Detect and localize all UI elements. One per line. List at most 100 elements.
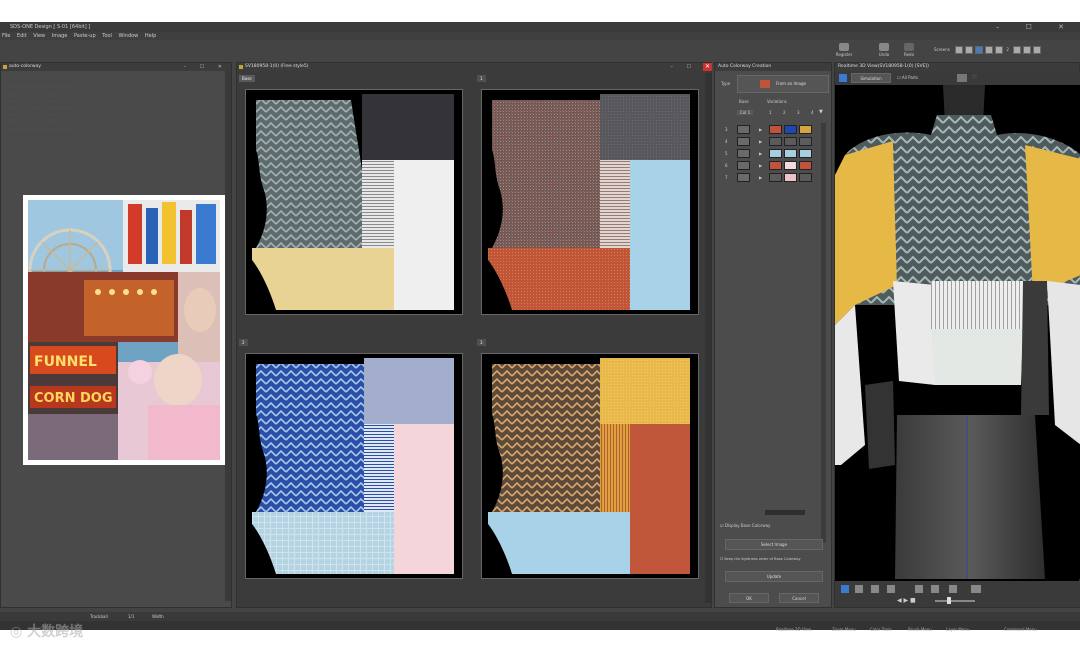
left-panel-scrollbar[interactable] [225, 71, 231, 601]
screen-layout-1-icon[interactable] [955, 46, 964, 54]
screen-layout-4-icon[interactable] [975, 46, 984, 54]
tab-variation-2[interactable]: 2 [239, 339, 248, 346]
variation-color-swatch[interactable] [769, 149, 782, 158]
bottom-tab-brush-menu[interactable]: Brush Menu [908, 625, 932, 634]
screen-count-value[interactable]: 2 [1006, 47, 1009, 52]
bottom-tab-layer-menu[interactable]: Layer Menu [946, 625, 969, 634]
tab-base[interactable]: Base [239, 75, 255, 82]
zoom-slider[interactable] [935, 600, 975, 602]
cloth-icon[interactable] [839, 74, 847, 82]
simulation-button[interactable]: Simulation [851, 73, 891, 83]
menu-tool[interactable]: Tool [102, 33, 112, 39]
menu-file[interactable]: File [2, 33, 10, 39]
register-button[interactable]: Register [832, 42, 856, 60]
variation-color-swatch[interactable] [769, 125, 782, 134]
display-base-checkbox[interactable]: ☑ Display Base Colorway [720, 523, 770, 528]
center-panel-scrollbar[interactable] [705, 73, 711, 603]
bottom-tab-color-tools[interactable]: Color Tools [870, 625, 892, 634]
split-icon[interactable] [931, 585, 939, 593]
play-arrow-icon[interactable]: ▶ [759, 163, 762, 168]
keep-lightness-checkbox[interactable]: ☐ Keep the lightness order of Base Color… [720, 557, 801, 561]
screen-layout-6-icon[interactable] [995, 46, 1004, 54]
rotate-icon[interactable] [871, 585, 879, 593]
variation-color-swatch[interactable] [769, 173, 782, 182]
colorway-scrollbar[interactable] [821, 123, 826, 543]
chevron-down-icon[interactable]: ▼ [819, 109, 823, 115]
menu-window[interactable]: Window [119, 33, 139, 39]
bottom-tab-command-menu[interactable]: Command Menu [1004, 625, 1037, 634]
pattern-base-quad[interactable] [245, 89, 463, 315]
tab-variation-1[interactable]: 1 [477, 75, 486, 82]
pattern-variation-2-quad[interactable] [245, 353, 463, 579]
base-color-swatch[interactable] [737, 125, 750, 134]
transform-icon[interactable] [971, 585, 981, 593]
zoom-slider-handle[interactable] [947, 597, 951, 604]
svg-text:FUNNEL: FUNNEL [34, 354, 97, 370]
variation-header-4[interactable]: 4 [811, 110, 814, 115]
pattern-base-svg [252, 94, 454, 310]
play-arrow-icon[interactable]: ▶ [759, 175, 762, 180]
variation-color-swatch[interactable] [799, 125, 812, 134]
variation-color-swatch[interactable] [799, 173, 812, 182]
menu-image[interactable]: Image [52, 33, 68, 39]
base-color-swatch[interactable] [737, 161, 750, 170]
play-arrow-icon[interactable]: ▶ [759, 127, 762, 132]
variation-header-2[interactable]: 2 [783, 110, 786, 115]
column-header-col1[interactable]: Col 1 [737, 110, 754, 115]
variation-color-swatch[interactable] [799, 137, 812, 146]
status-bar: Trackball 1/1 Width Zoom 3.000 Color Cur… [0, 612, 1080, 628]
variation-color-swatch[interactable] [784, 173, 797, 182]
cancel-button[interactable]: Cancel [779, 593, 819, 603]
bottom-tab-zoom-menu[interactable]: Zoom Menu [832, 625, 856, 634]
close-icon[interactable]: ✕ [703, 63, 712, 71]
menu-view[interactable]: View [33, 33, 45, 39]
tab-variation-3[interactable]: 3 [477, 339, 486, 346]
bottom-tab-realtime-3d[interactable]: Realtime 3D View [776, 625, 811, 634]
from-image-button[interactable]: From an Image [737, 75, 829, 93]
variation-color-swatch[interactable] [769, 137, 782, 146]
play-arrow-icon[interactable]: ▶ [759, 151, 762, 156]
variation-color-swatch[interactable] [799, 161, 812, 170]
variation-color-swatch[interactable] [784, 137, 797, 146]
center-panel-controls[interactable]: – ☐ [670, 63, 697, 71]
base-color-swatch[interactable] [737, 149, 750, 158]
screen-icon[interactable] [957, 74, 967, 82]
screen-layout-2-icon[interactable] [965, 46, 974, 54]
menu-help[interactable]: Help [145, 33, 156, 39]
pattern-variation-3-quad[interactable] [481, 353, 699, 579]
left-panel-controls[interactable]: – ☐ ✕ [184, 63, 228, 71]
hand-icon[interactable] [855, 585, 863, 593]
variation-color-swatch[interactable] [784, 161, 797, 170]
update-button[interactable]: Update [725, 571, 823, 582]
stack-icon[interactable] [949, 585, 957, 593]
variation-color-swatch[interactable] [784, 125, 797, 134]
ok-button[interactable]: OK [729, 593, 769, 603]
select-image-button[interactable]: Select Image [725, 539, 823, 550]
redo-button[interactable]: Redo [897, 42, 921, 60]
variation-header-1[interactable]: 1 [769, 110, 772, 115]
variation-color-swatch[interactable] [769, 161, 782, 170]
all-parts-checkbox[interactable]: ☐ All Parts [897, 75, 918, 80]
pattern-variation-1-quad[interactable] [481, 89, 699, 315]
pin-icon[interactable] [915, 585, 923, 593]
shirt-icon[interactable] [841, 585, 849, 593]
pattern-variation-3-svg [488, 358, 690, 574]
window-controls[interactable]: – ☐ ✕ [996, 22, 1076, 32]
undo-button[interactable]: Undo [872, 42, 896, 60]
variation-color-swatch[interactable] [784, 149, 797, 158]
screen-grid-c-icon[interactable] [1033, 46, 1042, 54]
menu-paste-up[interactable]: Paste-up [74, 33, 96, 39]
base-color-swatch[interactable] [737, 173, 750, 182]
variation-color-swatch[interactable] [799, 149, 812, 158]
pen-icon[interactable] [887, 585, 895, 593]
base-color-swatch[interactable] [737, 137, 750, 146]
menu-edit[interactable]: Edit [17, 33, 27, 39]
play-arrow-icon[interactable]: ▶ [759, 139, 762, 144]
colorway-h-scrollbar[interactable] [765, 510, 805, 515]
star-icon[interactable]: ☆ [971, 72, 978, 81]
screen-grid-b-icon[interactable] [1023, 46, 1032, 54]
playback-controls[interactable]: ◀ ▶ ■ [897, 597, 916, 604]
screen-grid-a-icon[interactable] [1013, 46, 1022, 54]
variation-header-3[interactable]: 3 [797, 110, 800, 115]
screen-layout-3-icon[interactable] [985, 46, 994, 54]
